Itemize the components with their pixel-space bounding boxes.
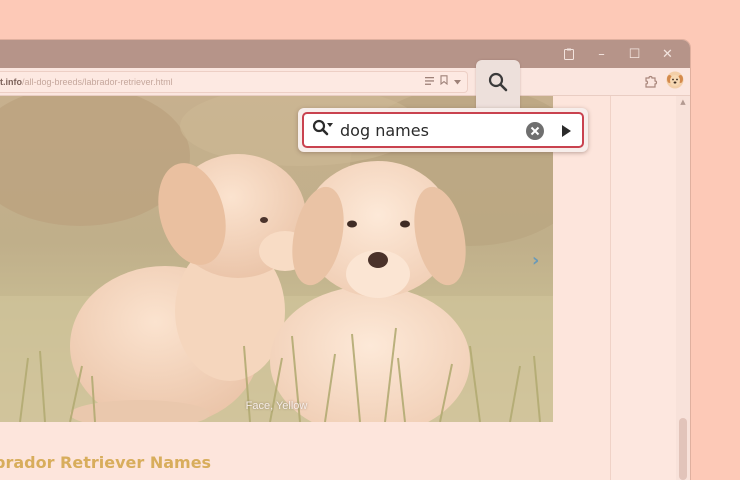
url-domain: t.info: [0, 77, 22, 87]
find-toolbar-button[interactable]: [476, 60, 520, 114]
extension-icons: [644, 68, 684, 96]
url-path: /all-dog-breeds/labrador-retriever.html: [22, 77, 173, 87]
magnifier-icon: [488, 72, 508, 96]
section-heading: brador Retriever Names: [0, 453, 212, 472]
chevron-down-icon[interactable]: [454, 72, 461, 92]
address-bar-actions: [425, 72, 461, 92]
dog-avatar-icon[interactable]: [666, 71, 684, 93]
find-popup: [298, 108, 588, 152]
find-input[interactable]: [340, 116, 520, 144]
window-controls: – ☐ ✕: [552, 40, 684, 68]
scrollbar-thumb[interactable]: [679, 418, 687, 480]
scroll-up-arrow-icon[interactable]: ▲: [679, 98, 687, 106]
browser-window: – ☐ ✕ t.info/all-dog-breeds/labrador-ret…: [0, 40, 690, 480]
maximize-button[interactable]: ☐: [618, 40, 651, 68]
reader-view-icon[interactable]: [425, 72, 434, 92]
clipboard-icon[interactable]: [552, 40, 585, 68]
puzzle-icon[interactable]: [644, 73, 658, 92]
image-caption: Face, Yellow: [245, 400, 308, 412]
sidebar-panel: [610, 96, 676, 480]
address-bar[interactable]: t.info/all-dog-breeds/labrador-retriever…: [0, 71, 468, 93]
minimize-button[interactable]: –: [585, 40, 618, 68]
clear-circle-icon[interactable]: [525, 121, 545, 141]
next-match-icon[interactable]: [556, 121, 576, 141]
search-options-icon[interactable]: [312, 119, 334, 141]
bookmark-icon[interactable]: [440, 72, 448, 92]
title-bar: – ☐ ✕: [0, 40, 690, 68]
browser-toolbar: t.info/all-dog-breeds/labrador-retriever…: [0, 68, 690, 96]
carousel-next-button[interactable]: ›: [532, 251, 544, 271]
find-field: [302, 112, 584, 148]
close-button[interactable]: ✕: [651, 40, 684, 68]
scrollbar[interactable]: ▲: [676, 96, 690, 480]
page-content: Face, Yellow › brador Retriever Names ▲: [0, 96, 690, 480]
